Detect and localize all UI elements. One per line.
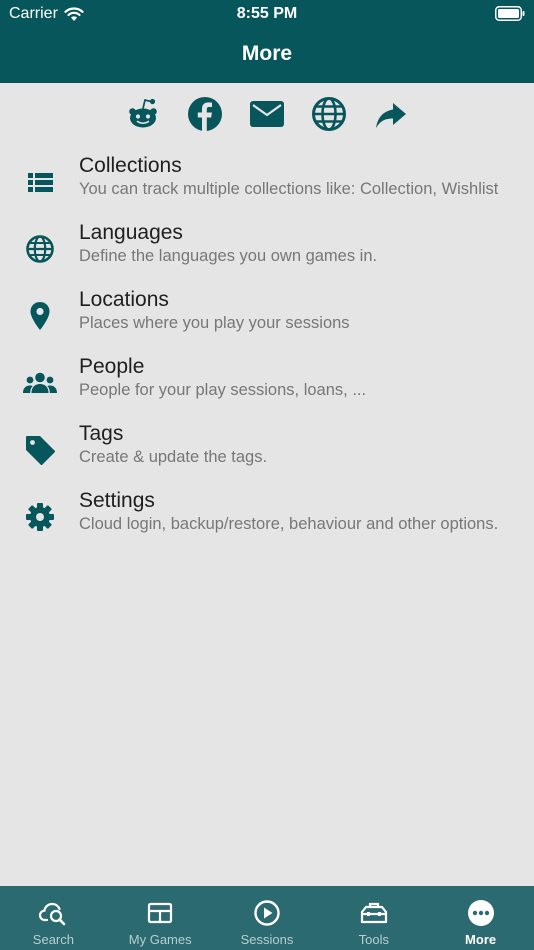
menu-item-subtitle: You can track multiple collections like:… — [79, 180, 499, 198]
more-dots-icon — [467, 900, 494, 926]
menu-item-title: Collections — [79, 154, 182, 177]
menu-item-people[interactable]: People People for your play sessions, lo… — [0, 351, 534, 418]
gear-icon — [26, 503, 54, 531]
globe-icon[interactable] — [311, 96, 347, 132]
menu-item-title: Tags — [79, 422, 124, 445]
toolbox-icon — [360, 902, 387, 924]
tab-sessions[interactable]: Sessions — [214, 886, 321, 950]
menu-item-locations[interactable]: Locations Places where you play your ses… — [0, 284, 534, 351]
share-icon[interactable] — [373, 96, 409, 132]
menu-item-subtitle: Places where you play your sessions — [79, 314, 350, 332]
share-row — [0, 96, 534, 132]
menu-item-title: Languages — [79, 221, 183, 244]
battery-icon — [495, 6, 525, 21]
globe-icon — [26, 235, 54, 263]
clock: 8:55 PM — [236, 5, 298, 22]
people-icon — [23, 372, 57, 393]
tab-bar: Search My Games Sessions Tools More — [0, 886, 534, 950]
tab-search[interactable]: Search — [0, 886, 107, 950]
menu-item-title: People — [79, 355, 145, 378]
menu-item-subtitle: Define the languages you own games in. — [79, 247, 378, 265]
menu-item-title: Locations — [79, 288, 169, 311]
page-title: More — [241, 42, 293, 65]
tab-label: Search — [32, 932, 74, 947]
tab-label: More — [465, 932, 497, 947]
tab-label: Tools — [358, 932, 389, 947]
facebook-icon[interactable] — [187, 96, 223, 132]
menu-item-title: Settings — [79, 489, 155, 512]
menu-list: Collections You can track multiple colle… — [0, 150, 534, 552]
tab-tools[interactable]: Tools — [320, 886, 427, 950]
tab-more[interactable]: More — [427, 886, 534, 950]
menu-item-subtitle: People for your play sessions, loans, ..… — [79, 381, 367, 399]
header: Carrier 8:55 PM More — [0, 0, 534, 83]
play-circle-icon — [254, 900, 280, 926]
menu-item-collections[interactable]: Collections You can track multiple colle… — [0, 150, 534, 217]
tab-my-games[interactable]: My Games — [107, 886, 214, 950]
menu-item-subtitle: Create & update the tags. — [79, 448, 268, 466]
cloud-search-icon — [39, 902, 66, 926]
location-pin-icon — [30, 302, 50, 330]
status-bar: Carrier 8:55 PM — [0, 0, 534, 30]
tag-icon — [26, 436, 55, 465]
tab-label: Sessions — [240, 932, 294, 947]
email-icon[interactable] — [249, 96, 285, 132]
list-icon — [28, 173, 53, 192]
menu-item-subtitle: Cloud login, backup/restore, behaviour a… — [79, 515, 499, 533]
menu-item-languages[interactable]: Languages Define the languages you own g… — [0, 217, 534, 284]
games-board-icon — [148, 902, 173, 924]
tab-label: My Games — [128, 932, 192, 947]
reddit-icon[interactable] — [125, 96, 161, 132]
menu-item-settings[interactable]: Settings Cloud login, backup/restore, be… — [0, 485, 534, 552]
menu-item-tags[interactable]: Tags Create & update the tags. — [0, 418, 534, 485]
